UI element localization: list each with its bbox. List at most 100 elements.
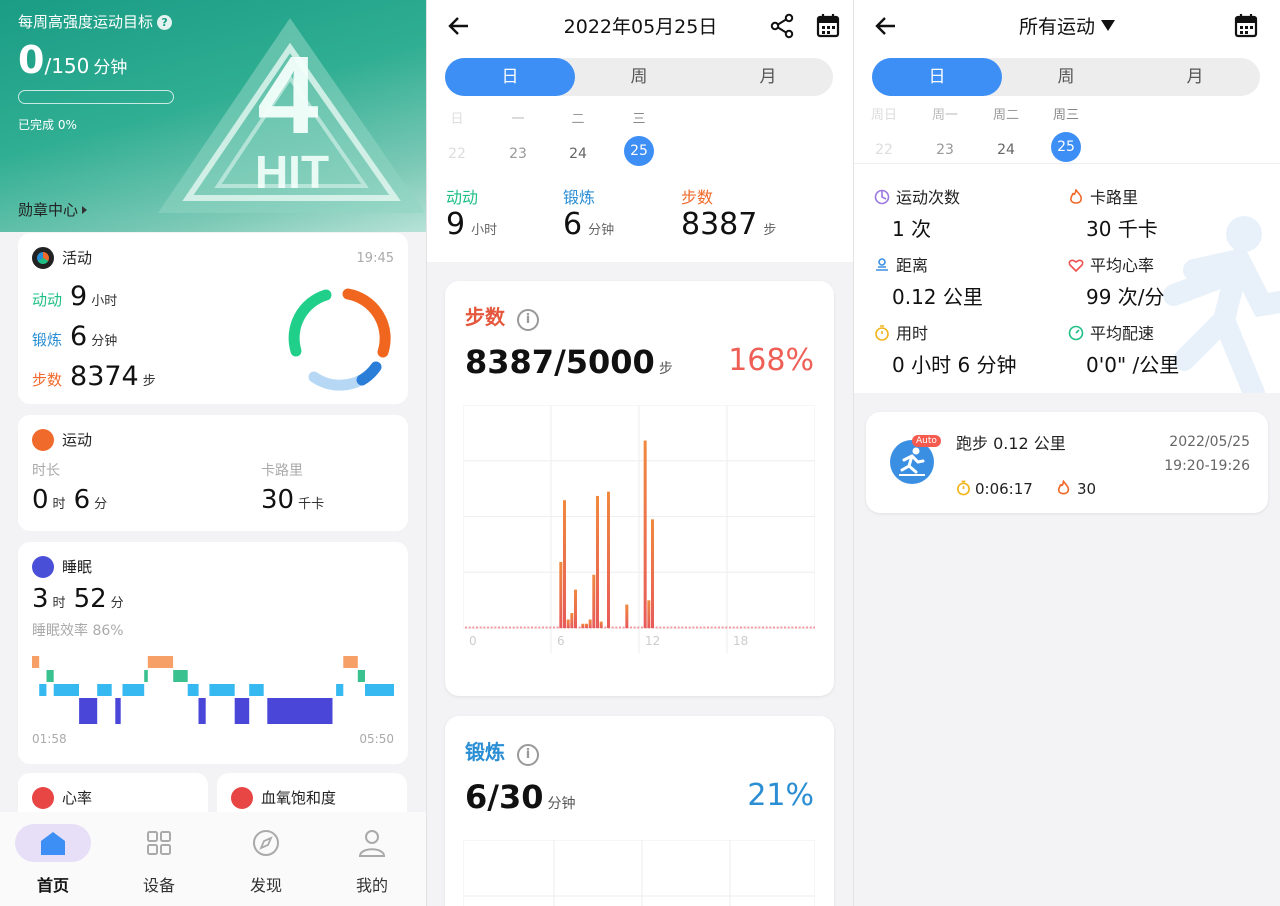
chart-baseline-dot — [527, 626, 530, 629]
sleep-segment-light — [39, 684, 47, 696]
sport-filter-dropdown[interactable]: 所有运动 — [854, 12, 1280, 39]
nav-discover[interactable]: 发现 — [216, 824, 316, 896]
summary-exercise-value: 6 分钟 — [563, 207, 615, 242]
chart-bar — [651, 519, 654, 628]
activity-row-exercise: 锻炼 6 分钟 — [32, 321, 118, 352]
chart-baseline-dot — [762, 626, 764, 629]
tab-month[interactable]: 月 — [703, 58, 833, 96]
exercise-card-percent: 21% — [747, 778, 814, 813]
sleep-segment-deep — [79, 698, 98, 724]
chart-baseline-dot — [505, 626, 508, 629]
chart-baseline-dot — [490, 626, 493, 629]
stat-count-label: 运动次数 — [874, 184, 960, 208]
chart-baseline-dot — [754, 626, 757, 629]
chart-baseline-dot — [703, 626, 706, 629]
stat-distance-value: 0.12 公里 — [892, 285, 983, 309]
exercise-chart-grid — [463, 840, 815, 906]
chart-baseline-dot — [732, 626, 735, 629]
flame-icon — [1057, 479, 1070, 495]
sleep-segment-rem — [144, 670, 148, 682]
chart-bar — [596, 495, 599, 628]
chart-baseline-dot — [699, 626, 702, 629]
sleep-segment-awake — [32, 656, 40, 668]
calendar-icon[interactable] — [816, 13, 840, 39]
calendar-icon[interactable] — [1234, 13, 1258, 39]
nav-profile[interactable]: 我的 — [322, 824, 422, 896]
chart-baseline-dot — [538, 626, 541, 629]
sleep-efficiency: 睡眠效率 86% — [32, 623, 124, 639]
home-icon — [41, 832, 65, 855]
exercise-title: 运动 — [62, 431, 93, 449]
tab-day[interactable]: 日 — [872, 58, 1002, 96]
share-icon[interactable] — [769, 13, 795, 39]
chart-baseline-dot — [509, 626, 511, 629]
nav-home[interactable]: 首页 — [3, 824, 103, 896]
chart-baseline-dot — [512, 626, 515, 629]
activity-card[interactable]: 活动 19:45 动动 9 小时 锻炼 6 分钟 步数 8374 步 — [18, 233, 408, 404]
chart-baseline-dot — [798, 626, 801, 629]
tab-week[interactable]: 周 — [574, 58, 704, 96]
chart-bar — [574, 589, 577, 628]
run-time-range: 19:20-19:26 — [1164, 458, 1250, 474]
day-cell[interactable]: 一 23 — [498, 108, 538, 169]
chart-baseline-dot — [479, 626, 482, 629]
chart-bar — [585, 623, 588, 628]
day-cell[interactable]: 周二 24 — [986, 104, 1026, 165]
tab-week[interactable]: 周 — [1001, 58, 1131, 96]
calories-label: 卡路里 — [261, 463, 303, 479]
medal-center-link[interactable]: 勋章中心 — [18, 199, 88, 220]
grid-icon — [147, 831, 171, 855]
chart-baseline-dot — [622, 626, 625, 629]
chart-baseline-dot — [545, 626, 548, 629]
chart-baseline-dot — [578, 626, 581, 629]
run-record-card[interactable]: Auto 跑步 0.12 公里 2022/05/25 19:20-19:26 0:… — [866, 412, 1268, 513]
exercise-card-title: 锻炼 — [465, 740, 505, 764]
chart-baseline-dot — [784, 626, 786, 629]
day-cell-selected[interactable]: 周三 25 — [1046, 104, 1086, 162]
day-cell-selected[interactable]: 三 25 — [619, 108, 659, 166]
sleep-segment-light — [97, 684, 112, 696]
steps-card[interactable]: 步数 i 8387/5000 步 168% 0 6 12 18 — [445, 281, 834, 696]
chart-baseline-dot — [681, 626, 684, 629]
summary-steps-label: 步数 — [681, 188, 714, 207]
chart-baseline-dot — [501, 626, 504, 629]
chart-baseline-dot — [516, 626, 519, 629]
day-cell[interactable]: 日 22 — [437, 108, 477, 169]
chart-bar — [607, 491, 610, 628]
chart-baseline-dot — [531, 626, 533, 629]
steps-card-percent: 168% — [728, 343, 814, 378]
chart-bar — [588, 619, 592, 628]
stat-calories-label: 卡路里 — [1068, 184, 1138, 208]
chart-baseline-dot — [520, 626, 522, 629]
chart-baseline-dot — [498, 626, 500, 629]
person-icon — [358, 830, 386, 857]
day-cell[interactable]: 周日 22 — [864, 104, 904, 165]
run-duration: 0:06:17 — [956, 480, 1033, 498]
duration-value: 0时6分 — [32, 485, 108, 515]
question-circle-icon[interactable]: ? — [157, 15, 173, 30]
exercise-card[interactable]: 运动 时长 卡路里 0时6分 30 千卡 — [18, 415, 408, 531]
exercise-progress-card[interactable]: 锻炼 i 6/30 分钟 21% — [445, 716, 834, 906]
chart-baseline-dot — [773, 626, 775, 629]
sleep-segment-light — [365, 684, 394, 696]
stat-pace-value: 0'0" /公里 — [1086, 353, 1180, 377]
weekly-goal-header[interactable]: 4 HIT 每周高强度运动目标? 0/150 分钟 已完成 0% — [0, 0, 427, 232]
day-cell[interactable]: 周一 23 — [925, 104, 965, 165]
hit-badge-number: 4 — [257, 34, 318, 157]
distance-icon — [876, 258, 888, 271]
tab-day[interactable]: 日 — [445, 58, 575, 96]
summary-move-label: 动动 — [446, 188, 479, 207]
chart-baseline-dot — [472, 626, 475, 629]
sleep-card[interactable]: 睡眠 3 时 52 分 睡眠效率 86% 01:58 05:50 — [18, 542, 408, 764]
sleep-segment-light — [53, 684, 79, 696]
sleep-end-time: 05:50 — [359, 732, 394, 746]
tab-month[interactable]: 月 — [1130, 58, 1260, 96]
sleep-segment-deep — [198, 698, 206, 724]
info-icon[interactable]: i — [517, 744, 539, 766]
chart-bar — [647, 600, 651, 628]
activity-ring-chart — [288, 288, 391, 391]
info-icon[interactable]: i — [517, 309, 539, 331]
nav-devices[interactable]: 设备 — [109, 824, 209, 896]
day-cell[interactable]: 二 24 — [558, 108, 598, 169]
chart-baseline-dot — [666, 626, 669, 629]
